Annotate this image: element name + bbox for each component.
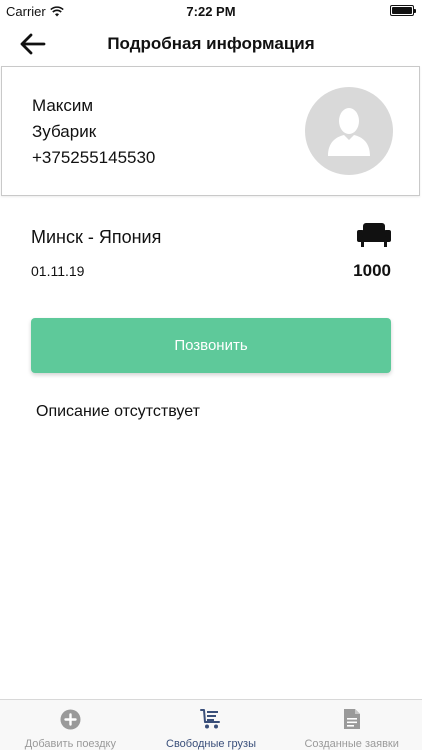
contact-last-name: Зубарик [32,122,97,141]
tab-label-created-requests: Созданные заявки [304,738,399,750]
description-text: Описание отсутствует [36,403,200,420]
tab-add-trip[interactable]: Добавить поездку [0,700,141,750]
trip-price: 1000 [353,261,391,280]
battery-icon [390,5,416,16]
navigation-bar: Подробная информация [0,22,422,66]
tab-free-cargo[interactable]: Свободные грузы [141,700,282,750]
cart-list-icon [200,709,220,729]
page-title: Подробная информация [107,34,315,53]
contact-card: Максим Зубарик +375255145530 [1,66,420,196]
call-button[interactable]: Позвонить [31,318,391,373]
tab-bar: Добавить поездку Свободные грузы Созданн… [0,699,422,750]
status-bar: Carrier 7:22 PM [0,0,422,22]
tab-label-free-cargo: Свободные грузы [166,738,256,750]
tab-label-add-trip: Добавить поездку [24,738,116,750]
status-time: 7:22 PM [186,4,236,19]
armchair-icon [357,223,391,247]
document-icon [343,709,360,729]
person-silhouette-icon [328,108,370,156]
tab-created-requests[interactable]: Созданные заявки [281,700,422,750]
avatar [305,87,393,175]
contact-info: Максим Зубарик +375255145530 [32,93,155,171]
contact-first-name: Максим [32,96,94,115]
trip-date: 01.11.19 [31,263,85,279]
trip-route: Минск - Япония [31,227,162,247]
contact-phone: +375255145530 [32,148,156,167]
plus-circle-icon [60,709,81,729]
